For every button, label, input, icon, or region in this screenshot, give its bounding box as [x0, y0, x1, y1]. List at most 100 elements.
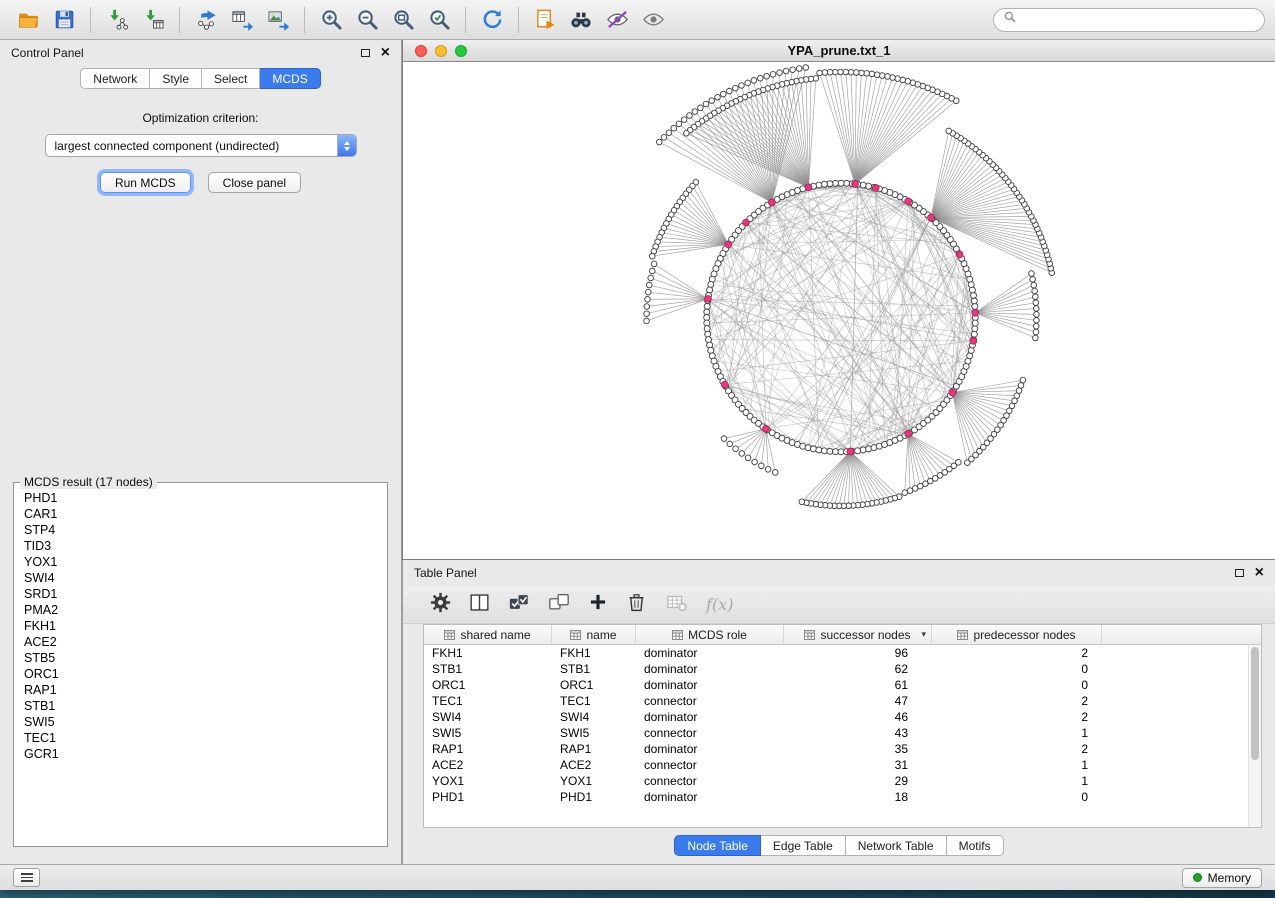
export-image-button[interactable] — [260, 4, 296, 36]
result-node[interactable]: PHD1 — [16, 490, 385, 506]
cell-mcds-role: connector — [636, 694, 784, 708]
control-panel-spacer — [0, 193, 401, 475]
tab-select[interactable]: Select — [202, 68, 260, 89]
add-row-icon — [588, 592, 608, 617]
show-graphics-details-button[interactable] — [635, 4, 671, 36]
column-header-predecessor-nodes[interactable]: predecessor nodes — [932, 625, 1102, 644]
network-canvas[interactable] — [403, 62, 1275, 559]
control-panel-float-button[interactable] — [361, 49, 370, 57]
result-node[interactable]: FKH1 — [16, 618, 385, 634]
tab-motifs[interactable]: Motifs — [947, 835, 1004, 856]
split-panel-button[interactable] — [469, 592, 490, 618]
result-node[interactable]: PMA2 — [16, 602, 385, 618]
import-table-icon — [142, 8, 165, 31]
function-builder-button[interactable]: f(x) — [706, 595, 733, 615]
add-row-button[interactable] — [588, 592, 608, 617]
optimization-criterion-label: Optimization criterion: — [0, 111, 401, 125]
result-node[interactable]: ORC1 — [16, 666, 385, 682]
export-table-button[interactable] — [224, 4, 260, 36]
run-mcds-button[interactable]: Run MCDS — [100, 172, 191, 193]
zoom-out-button[interactable] — [349, 4, 385, 36]
cell-predecessor-nodes: 1 — [932, 726, 1102, 740]
mcds-result-title: MCDS result (17 nodes) — [20, 475, 157, 489]
result-node[interactable]: YOX1 — [16, 554, 385, 570]
deselect-all-rows-button[interactable] — [548, 591, 570, 618]
result-node[interactable]: SRD1 — [16, 586, 385, 602]
split-panel-icon — [469, 592, 490, 618]
refresh-button[interactable] — [474, 4, 510, 36]
tab-network-table[interactable]: Network Table — [846, 835, 947, 856]
result-node[interactable]: STB1 — [16, 698, 385, 714]
network-window-titlebar[interactable]: YPA_prune.txt_1 — [403, 40, 1275, 62]
result-node[interactable]: ACE2 — [16, 634, 385, 650]
tab-node-table[interactable]: Node Table — [674, 835, 761, 856]
settings-button[interactable] — [430, 592, 451, 618]
table-row[interactable]: ORC1ORC1dominator610 — [424, 677, 1261, 693]
column-header-shared-name[interactable]: shared name — [424, 625, 552, 644]
delete-table-disabled-button[interactable] — [665, 591, 688, 618]
column-label: successor nodes — [820, 628, 910, 642]
result-node[interactable]: STP4 — [16, 522, 385, 538]
column-menu-icon[interactable]: ▾ — [921, 629, 926, 640]
memory-button[interactable]: Memory — [1182, 868, 1262, 888]
table-panel-close-button[interactable]: × — [1255, 565, 1264, 581]
result-node[interactable]: SWI4 — [16, 570, 385, 586]
cell-name: ACE2 — [552, 758, 636, 772]
cell-mcds-role: dominator — [636, 646, 784, 660]
column-header-successor-nodes[interactable]: successor nodes ▾ — [784, 625, 932, 644]
table-scrollbar-thumb[interactable] — [1251, 647, 1259, 760]
zoom-fit-button[interactable] — [385, 4, 421, 36]
close-panel-button[interactable]: Close panel — [208, 172, 301, 193]
optimization-dropdown[interactable]: largest connected component (undirected) — [45, 134, 357, 157]
table-row[interactable]: SWI5SWI5connector431 — [424, 725, 1261, 741]
result-node[interactable]: GCR1 — [16, 746, 385, 762]
cell-name: PHD1 — [552, 790, 636, 804]
result-node[interactable]: RAP1 — [16, 682, 385, 698]
search-box[interactable] — [993, 8, 1265, 32]
result-node[interactable]: SWI5 — [16, 714, 385, 730]
table-scrollbar[interactable] — [1248, 645, 1261, 827]
result-node[interactable]: TEC1 — [16, 730, 385, 746]
zoom-in-button[interactable] — [313, 4, 349, 36]
table-row[interactable]: RAP1RAP1dominator352 — [424, 741, 1261, 757]
hide-graphics-details-button[interactable] — [599, 4, 635, 36]
cell-predecessor-nodes: 2 — [932, 710, 1102, 724]
table-row[interactable]: YOX1YOX1connector291 — [424, 773, 1261, 789]
tab-style[interactable]: Style — [150, 68, 202, 89]
table-row[interactable]: FKH1FKH1dominator962 — [424, 645, 1261, 661]
import-table-button[interactable] — [135, 4, 171, 36]
result-node[interactable]: TID3 — [16, 538, 385, 554]
table-body: FKH1FKH1dominator962STB1STB1dominator620… — [424, 645, 1261, 805]
delete-rows-button[interactable] — [626, 592, 647, 618]
tab-mcds[interactable]: MCDS — [260, 68, 320, 89]
table-row[interactable]: PHD1PHD1dominator180 — [424, 789, 1261, 805]
column-header-name[interactable]: name — [552, 625, 636, 644]
result-node[interactable]: STB5 — [16, 650, 385, 666]
save-button[interactable] — [46, 4, 82, 36]
select-all-rows-button[interactable] — [508, 591, 530, 618]
zoom-selected-button[interactable] — [421, 4, 457, 36]
import-network-button[interactable] — [99, 4, 135, 36]
table-row[interactable]: ACE2ACE2connector311 — [424, 757, 1261, 773]
tab-network[interactable]: Network — [80, 68, 150, 89]
maximize-window-button[interactable] — [455, 45, 467, 57]
share-document-button[interactable] — [527, 4, 563, 36]
search-icon — [1003, 10, 1017, 29]
table-row[interactable]: STB1STB1dominator620 — [424, 661, 1261, 677]
column-sort-icon — [672, 630, 683, 640]
export-network-button[interactable] — [188, 4, 224, 36]
close-window-button[interactable] — [415, 45, 427, 57]
minimize-window-button[interactable] — [435, 45, 447, 57]
table-row[interactable]: TEC1TEC1connector472 — [424, 693, 1261, 709]
tab-edge-table[interactable]: Edge Table — [761, 835, 846, 856]
search-input[interactable] — [1022, 12, 1255, 28]
table-panel-float-button[interactable] — [1235, 569, 1244, 577]
table-row[interactable]: SWI4SWI4dominator462 — [424, 709, 1261, 725]
table-panel-title: Table Panel — [414, 566, 477, 580]
open-folder-button[interactable] — [10, 4, 46, 36]
column-header-mcds-role[interactable]: MCDS role — [636, 625, 784, 644]
search-network-button[interactable] — [563, 4, 599, 36]
status-menu-button[interactable] — [13, 868, 40, 887]
control-panel-close-button[interactable]: × — [381, 45, 390, 61]
result-node[interactable]: CAR1 — [16, 506, 385, 522]
